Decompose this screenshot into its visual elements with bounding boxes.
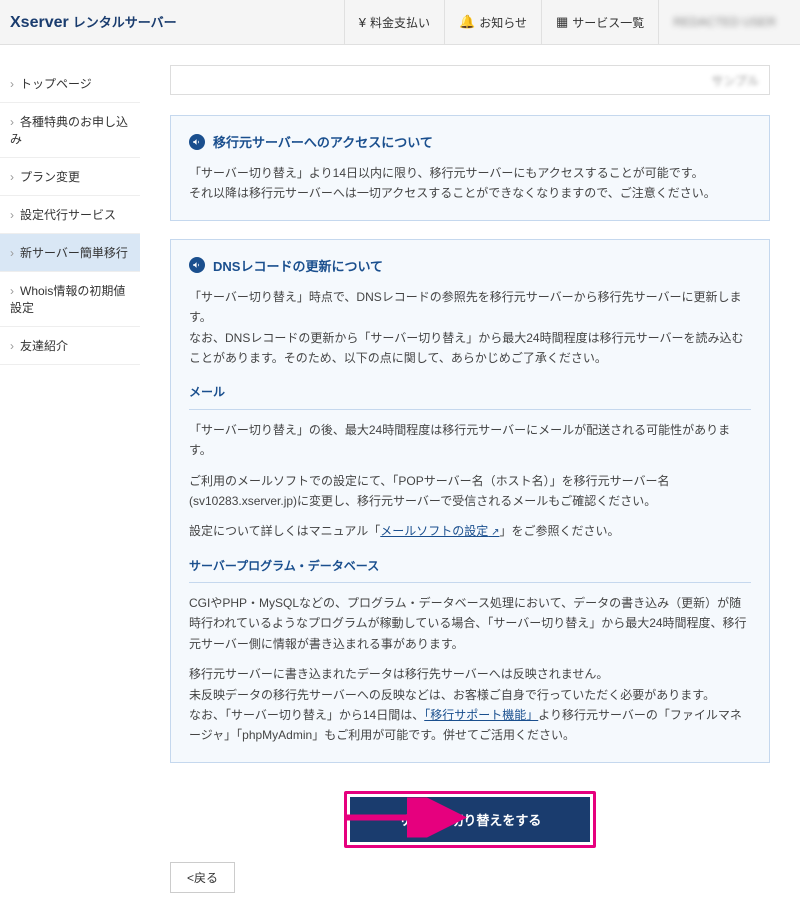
megaphone-icon — [189, 257, 205, 273]
sidebar-item-whois[interactable]: Whois情報の初期値設定 — [0, 272, 140, 327]
logo-sub: レンタルサーバー — [73, 12, 177, 31]
content: サンプル 移行元サーバーへのアクセスについて 「サーバー切り替え」より14日以内… — [140, 45, 800, 913]
previous-card-stub: サンプル — [170, 65, 770, 95]
yen-icon: ¥ — [359, 15, 366, 30]
sidebar-item-tokuten[interactable]: 各種特典のお申し込み — [0, 103, 140, 158]
info-line: ご利用のメールソフトでの設定にて、「POPサーバー名（ホスト名）」を移行元サーバ… — [189, 471, 751, 512]
bell-icon: 🔔 — [459, 14, 475, 30]
info-line: なお、DNSレコードの更新から「サーバー切り替え」から最大24時間程度は移行元サ… — [189, 328, 751, 369]
info-line: 「サーバー切り替え」時点で、DNSレコードの参照先を移行元サーバーから移行先サー… — [189, 287, 751, 328]
sidebar-item-referral[interactable]: 友達紹介 — [0, 327, 140, 365]
info-line: なお、「サーバー切り替え」から14日間は、「移行サポート機能」より移行元サーバー… — [189, 705, 751, 746]
nav-label: サービス一覧 — [572, 14, 644, 31]
sidebar-item-daiko[interactable]: 設定代行サービス — [0, 196, 140, 234]
manual-link[interactable]: メールソフトの設定 ↗ — [380, 524, 499, 538]
logo-primary: Xserver — [10, 14, 69, 32]
subheading-mail: メール — [189, 382, 751, 409]
subheading-program: サーバープログラム・データベース — [189, 556, 751, 583]
sidebar-item-migration[interactable]: 新サーバー簡単移行 — [0, 234, 140, 272]
info-title: 移行元サーバーへのアクセスについて — [213, 132, 433, 151]
info-line: 「サーバー切り替え」の後、最大24時間程度は移行元サーバーにメールが配送される可… — [189, 420, 751, 461]
sidebar-item-top[interactable]: トップページ — [0, 65, 140, 103]
sidebar-item-plan[interactable]: プラン変更 — [0, 158, 140, 196]
external-icon: ↗ — [488, 527, 499, 538]
text: 」をご参照ください。 — [499, 524, 619, 538]
info-line: 設定について詳しくはマニュアル「メールソフトの設定 ↗」をご参照ください。 — [189, 521, 751, 541]
stub-text: サンプル — [711, 72, 759, 89]
info-box-access: 移行元サーバーへのアクセスについて 「サーバー切り替え」より14日以内に限り、移… — [170, 115, 770, 221]
support-link[interactable]: 「移行サポート機能」 — [424, 708, 538, 722]
info-line: 移行元サーバーに書き込まれたデータは移行先サーバーへは反映されません。 — [189, 664, 751, 684]
header: Xserver レンタルサーバー ¥ 料金支払い 🔔 お知らせ ▦ サービス一覧… — [0, 0, 800, 45]
header-nav: ¥ 料金支払い 🔔 お知らせ ▦ サービス一覧 REDACTED USER — [344, 0, 790, 45]
megaphone-icon — [189, 134, 205, 150]
nav-user[interactable]: REDACTED USER — [658, 0, 790, 45]
user-label: REDACTED USER — [673, 15, 776, 29]
nav-notice[interactable]: 🔔 お知らせ — [444, 0, 541, 45]
info-line: CGIやPHP・MySQLなどの、プログラム・データベース処理において、データの… — [189, 593, 751, 654]
sidebar: トップページ 各種特典のお申し込み プラン変更 設定代行サービス 新サーバー簡単… — [0, 45, 140, 913]
arrow-annotation-icon — [340, 798, 470, 841]
nav-services[interactable]: ▦ サービス一覧 — [541, 0, 658, 45]
nav-label: 料金支払い — [370, 14, 430, 31]
info-line: それ以降は移行元サーバーへは一切アクセスすることができなくなりますので、ご注意く… — [189, 183, 751, 203]
primary-action-wrap: サーバー切り替えをする — [170, 791, 770, 848]
grid-icon: ▦ — [556, 14, 568, 30]
text: なお、「サーバー切り替え」から14日間は、 — [189, 708, 424, 722]
logo[interactable]: Xserver レンタルサーバー — [10, 12, 177, 32]
info-title: DNSレコードの更新について — [213, 256, 383, 275]
nav-payment[interactable]: ¥ 料金支払い — [344, 0, 444, 45]
info-line: 「サーバー切り替え」より14日以内に限り、移行元サーバーにもアクセスすることが可… — [189, 163, 751, 183]
info-box-dns: DNSレコードの更新について 「サーバー切り替え」時点で、DNSレコードの参照先… — [170, 239, 770, 763]
nav-label: お知らせ — [479, 14, 527, 31]
back-button[interactable]: <戻る — [170, 862, 235, 893]
info-line: 未反映データの移行先サーバーへの反映などは、お客様ご自身で行っていただく必要があ… — [189, 685, 751, 705]
text: 設定について詳しくはマニュアル「 — [189, 524, 380, 538]
